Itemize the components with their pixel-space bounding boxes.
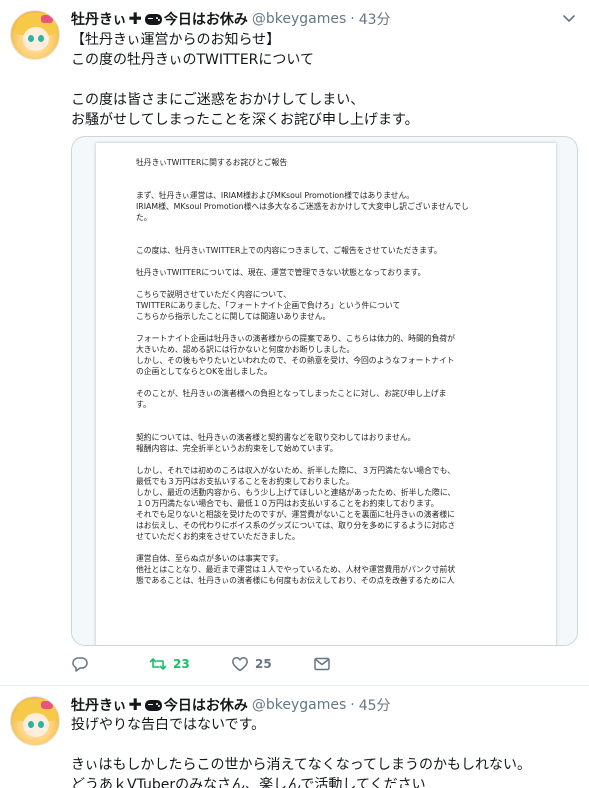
document-line: た。: [136, 213, 152, 222]
direct-message-button[interactable]: [313, 655, 331, 673]
document-line: IRIAM様、MKsoul Promotion様へは多大なるご迷惑をおかけして大…: [136, 202, 469, 211]
document-line: 報酬内容は、完全折半というお約束をして始めています。: [136, 444, 338, 453]
tweet-time[interactable]: 43分: [359, 9, 391, 29]
avatar[interactable]: [10, 10, 60, 60]
user-name-suffix[interactable]: 今日はお休み: [164, 9, 248, 29]
document-line: はお伝えし、その代わりにボイス系のグッズについては、取り分を多めにするように対応…: [136, 521, 456, 530]
document-line: そのことが、牡丹きぃの演者様への負担となってしまったことに対し、お詫び申し上げま: [136, 389, 447, 398]
attached-image[interactable]: 牡丹きぃTWITTERに関するお詫びとご報告まず、牡丹きぃ運営は、IRIAM様お…: [71, 136, 578, 646]
tweet-text-line: [71, 735, 571, 755]
document-line: しかし、それでは初めのころは収入がないため、折半した際に、３万円満たない場合でも…: [136, 466, 455, 475]
document-line: １０万円満たない場合でも、最低１０万円はお支払いすることをお約束しております。: [136, 499, 439, 508]
document-line: す。: [136, 400, 151, 409]
document-line: 運営自体、至らぬ点が多いのは事実です。: [136, 554, 284, 563]
like-count: 25: [255, 657, 272, 671]
document-line: 契約については、牡丹きぃの演者様と契約書などを取り交わしてはおりません。: [136, 433, 416, 442]
document-line: それでも足りないと相談を受けたのですが、運営費がないことを裏面に牡丹きぃの演者様…: [136, 510, 455, 519]
document-line: しかし、その後もやりたいといわれたので、その熱意を受け、今回のようなフォートナイ…: [136, 356, 455, 365]
tweet-header: 牡丹きぃ ✚ 今日はお休み @bkeygames · 43分: [71, 9, 391, 29]
tweet-text-line: お騒がせしてしまったことを深くお詫び申し上げます。: [71, 112, 419, 128]
tweet-text: 投げやりな告白ではないです。 きぃはもしかしたらこの世から消えてなくなってしまう…: [71, 715, 571, 788]
user-handle[interactable]: @bkeygames: [252, 697, 346, 713]
document-line: TWITTERにありました、「フォートナイト企画で負けろ」という件について: [136, 301, 401, 310]
tweet-text-line: 投げやりな告白ではないです。: [71, 717, 266, 733]
document-line: 牡丹きぃTWITTERについては、現在、運営で管理できない状態となっております。: [136, 268, 426, 277]
tweet-text-line: 【牡丹きぃ運営からのお知らせ】: [71, 32, 281, 48]
tweet-text-line: どうあｋVTuberのみなさん、楽しんで活動してください: [71, 777, 426, 788]
like-icon: [232, 657, 248, 672]
tweet-actions: 23 25: [71, 655, 491, 675]
separator-dot: ·: [350, 697, 355, 713]
tweet-text-line: この度の牡丹きぃのTWITTERについて: [71, 52, 314, 68]
tweet-header: 牡丹きぃ ✚ 今日はお休み @bkeygames · 45分: [71, 695, 391, 715]
document-line: フォートナイト企画は牡丹きぃの演者様からの提案であり、こちらは体力的、時間的負荷…: [136, 334, 455, 343]
tweet-text: 【牡丹きぃ運営からのお知らせ】 この度の牡丹きぃのTWITTERについて この度…: [71, 30, 571, 130]
document-line: 牡丹きぃTWITTERに関するお詫びとご報告: [136, 158, 288, 167]
document-line: こちらから指示したことに関しては間違いありません。: [136, 312, 331, 321]
cross-icon: ✚: [128, 9, 142, 28]
document-line: せていただくお約束をさせていただきました。: [136, 532, 300, 541]
cross-icon: ✚: [128, 695, 142, 714]
user-handle[interactable]: @bkeygames: [252, 11, 346, 27]
document-line: この度は、牡丹きぃTWITTER上での内容につきまして、ご報告をさせていただきま…: [136, 246, 442, 255]
user-name[interactable]: 牡丹きぃ: [71, 9, 126, 29]
tweet-time[interactable]: 45分: [359, 695, 391, 715]
avatar[interactable]: [10, 696, 60, 746]
gamepad-icon: [144, 13, 162, 25]
tweet-text-line: きぃはもしかしたらこの世から消えてなくなってしまうのかもしれない。: [71, 757, 532, 773]
document-line: しかし、最近の活動内容から、もう少し上げてほしいと連絡があったため、折半した際に…: [136, 488, 456, 497]
retweet-count: 23: [173, 657, 190, 671]
tweet-text-line: この度は皆さまにご迷惑をおかけしてしまい、: [71, 92, 365, 108]
caret-down-icon[interactable]: [561, 10, 577, 26]
separator-dot: ·: [350, 11, 355, 27]
tweet[interactable]: 牡丹きぃ ✚ 今日はお休み @bkeygames · 43分 【牡丹きぃ運営から…: [0, 0, 589, 686]
user-name[interactable]: 牡丹きぃ: [71, 695, 126, 715]
gamepad-icon: [144, 699, 162, 711]
retweet-icon: [149, 658, 167, 670]
document-line: 他社とはことなり、最近まで運営は１人でやっているため、人材や運営費用がパンク寸前…: [136, 565, 456, 574]
document-line: こちらで説明させていただく内容について、: [136, 290, 292, 299]
document-line: 大きいため、認める訳には行かないと何度かお断りしました。: [136, 345, 355, 354]
document-line: 態であることは、牡丹きぃの演者様にも何度もお伝えしており、その点を改善するために…: [136, 576, 455, 585]
like-button[interactable]: 25: [231, 655, 272, 673]
reply-button[interactable]: [71, 655, 95, 673]
dm-icon: [314, 657, 330, 671]
document-line: まず、牡丹きぃ運営は、IRIAM様およびMKsoul Promotion様ではあ…: [136, 191, 415, 200]
user-name-suffix[interactable]: 今日はお休み: [164, 695, 248, 715]
reply-icon: [72, 657, 88, 672]
retweet-button[interactable]: 23: [149, 655, 190, 673]
tweet-text-line: [71, 70, 571, 90]
document-line: 最低でも３万円はお支払いすることをお約束しておりました。: [136, 477, 354, 486]
document-line: の企画としてならとOKを出しました。: [136, 367, 272, 376]
tweet[interactable]: 牡丹きぃ ✚ 今日はお休み @bkeygames · 45分 投げやりな告白では…: [0, 686, 589, 788]
announcement-document: 牡丹きぃTWITTERに関するお詫びとご報告まず、牡丹きぃ運営は、IRIAM様お…: [96, 143, 556, 645]
